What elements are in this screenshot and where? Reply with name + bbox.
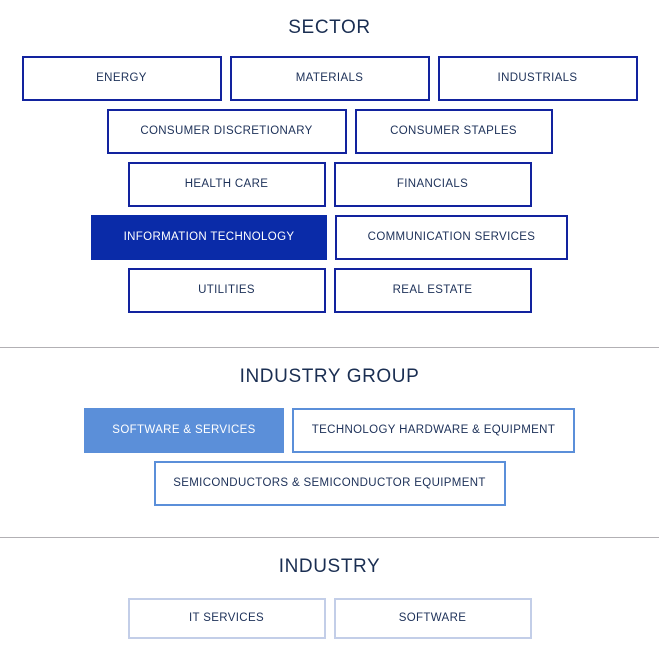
- chip-real-estate[interactable]: REAL ESTATE: [333, 268, 532, 313]
- chip-row: ENERGY MATERIALS INDUSTRIALS: [0, 56, 659, 101]
- industry-group-section: INDUSTRY GROUP SOFTWARE & SERVICES TECHNO…: [0, 347, 659, 537]
- sector-chip-list: ENERGY MATERIALS INDUSTRIALS CONSUMER DISCR…: [0, 56, 659, 313]
- chip-software-and-services[interactable]: SOFTWARE & SERVICES: [84, 408, 284, 453]
- chip-row: IT SERVICES SOFTWARE: [0, 598, 659, 639]
- chip-energy[interactable]: ENERGY: [21, 56, 222, 101]
- chip-row: INFORMATION TECHNOLOGY COMMUNICATION SERV…: [0, 215, 659, 260]
- sector-section: SECTOR ENERGY MATERIALS INDUSTRIALS CONSUME…: [0, 0, 659, 347]
- chip-materials[interactable]: MATERIALS: [229, 56, 430, 101]
- chip-row: SOFTWARE & SERVICES TECHNOLOGY HARDWARE &…: [0, 408, 659, 453]
- chip-consumer-discretionary[interactable]: CONSUMER DISCRETIONARY: [106, 109, 347, 154]
- sector-hierarchy-slicer-panel: SECTOR ENERGY MATERIALS INDUSTRIALS CONSUME…: [0, 0, 659, 667]
- chip-financials[interactable]: FINANCIALS: [333, 162, 532, 207]
- chip-it-services[interactable]: IT SERVICES: [127, 598, 326, 639]
- chip-health-care[interactable]: HEALTH CARE: [127, 162, 326, 207]
- chip-consumer-staples[interactable]: CONSUMER STAPLES: [354, 109, 553, 154]
- industry-chip-list: IT SERVICES SOFTWARE: [0, 598, 659, 639]
- industry-section: INDUSTRY IT SERVICES SOFTWARE: [0, 537, 659, 667]
- chip-row: HEALTH CARE FINANCIALS: [0, 162, 659, 207]
- chip-utilities[interactable]: UTILITIES: [127, 268, 326, 313]
- chip-technology-hardware-and-equipment[interactable]: TECHNOLOGY HARDWARE & EQUIPMENT: [292, 408, 575, 453]
- chip-semiconductors-and-semiconductor-equipment[interactable]: SEMICONDUCTORS & SEMICONDUCTOR EQUIPMENT: [153, 461, 506, 506]
- chip-row: CONSUMER DISCRETIONARY CONSUMER STAPLES: [0, 109, 659, 154]
- industry-group-chip-list: SOFTWARE & SERVICES TECHNOLOGY HARDWARE &…: [0, 408, 659, 506]
- chip-industrials[interactable]: INDUSTRIALS: [437, 56, 638, 101]
- industry-group-section-title: INDUSTRY GROUP: [239, 366, 420, 387]
- sector-section-title: SECTOR: [288, 17, 371, 38]
- chip-information-technology[interactable]: INFORMATION TECHNOLOGY: [91, 215, 327, 260]
- chip-communication-services[interactable]: COMMUNICATION SERVICES: [335, 215, 568, 260]
- chip-row: UTILITIES REAL ESTATE: [0, 268, 659, 313]
- chip-software[interactable]: SOFTWARE: [333, 598, 532, 639]
- industry-section-title: INDUSTRY: [278, 556, 381, 577]
- chip-row: SEMICONDUCTORS & SEMICONDUCTOR EQUIPMENT: [0, 461, 659, 506]
